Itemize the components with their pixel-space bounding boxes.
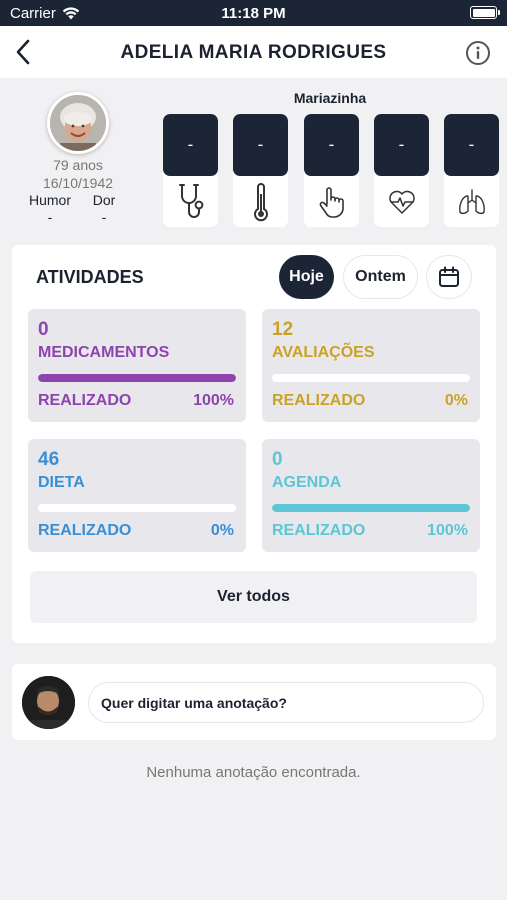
humor-column: Humor - bbox=[26, 192, 74, 226]
patient-birthdate: 16/10/1942 bbox=[42, 175, 114, 191]
status-bar: Carrier 11:18 PM bbox=[0, 0, 507, 26]
patient-avatar[interactable] bbox=[47, 92, 109, 154]
patient-name-title: ADELIA MARIA RODRIGUES bbox=[120, 42, 387, 63]
user-avatar bbox=[22, 676, 75, 729]
vital-value: - bbox=[304, 114, 359, 176]
activity-percent: 100% bbox=[427, 522, 468, 539]
activity-status: REALIZADO bbox=[272, 522, 366, 539]
humor-dor-row: Humor - Dor - bbox=[18, 192, 138, 226]
vital-value: - bbox=[163, 114, 218, 176]
info-button[interactable] bbox=[465, 40, 491, 66]
patient-age: 79 anos bbox=[53, 157, 103, 173]
see-all-button[interactable]: Ver todos bbox=[30, 571, 477, 623]
progress-fill bbox=[38, 374, 236, 382]
activity-progress-bar bbox=[38, 374, 236, 382]
info-icon bbox=[466, 41, 490, 65]
filter-yesterday-button[interactable]: Ontem bbox=[343, 255, 418, 299]
hand-pointer-icon bbox=[319, 186, 344, 218]
activity-count: 0 bbox=[272, 449, 283, 470]
stethoscope-icon bbox=[178, 183, 203, 218]
heart-pulse-icon bbox=[388, 190, 415, 214]
notes-panel: Quer digitar uma anotação? bbox=[12, 664, 496, 740]
vital-value: - bbox=[233, 114, 288, 176]
activity-progress-bar bbox=[272, 374, 470, 382]
activity-count: 12 bbox=[272, 319, 294, 340]
activity-label: AVALIAÇÕES bbox=[272, 344, 375, 361]
status-time: 11:18 PM bbox=[221, 5, 286, 22]
vital-pulse-touch[interactable]: - bbox=[304, 114, 359, 227]
activity-percent: 0% bbox=[444, 392, 468, 409]
humor-value: - bbox=[47, 209, 53, 225]
patient-nickname: Mariazinha bbox=[293, 90, 367, 106]
activity-status: REALIZADO bbox=[272, 392, 366, 409]
navigation-bar: ADELIA MARIA RODRIGUES bbox=[0, 26, 507, 78]
user-photo bbox=[22, 676, 75, 729]
activity-percent: 100% bbox=[193, 392, 234, 409]
activity-card-diet[interactable]: 46 DIETA REALIZADO 0% bbox=[28, 439, 246, 552]
back-button[interactable] bbox=[8, 36, 38, 68]
dor-value: - bbox=[101, 209, 107, 225]
activity-label: DIETA bbox=[38, 474, 85, 491]
vital-heart-rate[interactable]: - bbox=[374, 114, 429, 227]
vital-respiration[interactable]: - bbox=[444, 114, 499, 227]
vital-value: - bbox=[444, 114, 499, 176]
filter-today-button[interactable]: Hoje bbox=[279, 255, 334, 299]
note-input[interactable]: Quer digitar uma anotação? bbox=[88, 682, 484, 723]
activity-progress-bar bbox=[272, 504, 470, 512]
battery-icon bbox=[470, 6, 500, 19]
dor-column: Dor - bbox=[80, 192, 128, 226]
vital-temperature[interactable]: - bbox=[233, 114, 288, 227]
humor-label: Humor bbox=[28, 192, 71, 208]
activities-panel: ATIVIDADES Hoje Ontem 0 MEDICAMENTOS REA… bbox=[12, 245, 496, 643]
vital-value: - bbox=[374, 114, 429, 176]
activity-progress-bar bbox=[38, 504, 236, 512]
activity-card-evaluations[interactable]: 12 AVALIAÇÕES REALIZADO 0% bbox=[262, 309, 480, 422]
patient-profile: 79 anos 16/10/1942 Humor - Dor - bbox=[18, 90, 138, 226]
activity-status: REALIZADO bbox=[38, 392, 132, 409]
calendar-icon bbox=[439, 266, 459, 287]
calendar-button[interactable] bbox=[426, 255, 472, 299]
activity-label: MEDICAMENTOS bbox=[38, 344, 170, 361]
activity-count: 46 bbox=[38, 449, 60, 470]
lungs-icon bbox=[458, 188, 485, 214]
activity-card-medications[interactable]: 0 MEDICAMENTOS REALIZADO 100% bbox=[28, 309, 246, 422]
thermometer-icon bbox=[253, 182, 268, 221]
activity-label: AGENDA bbox=[272, 474, 342, 491]
patient-photo bbox=[50, 95, 106, 151]
activity-card-schedule[interactable]: 0 AGENDA REALIZADO 100% bbox=[262, 439, 480, 552]
activities-title: ATIVIDADES bbox=[36, 267, 144, 287]
activity-count: 0 bbox=[38, 319, 49, 340]
activity-status: REALIZADO bbox=[38, 522, 132, 539]
vital-stethoscope[interactable]: - bbox=[163, 114, 218, 227]
dor-label: Dor bbox=[92, 192, 116, 208]
progress-fill bbox=[272, 504, 470, 512]
activity-percent: 0% bbox=[210, 522, 234, 539]
chevron-left-icon bbox=[16, 39, 30, 65]
empty-notes-message: Nenhuma anotação encontrada. bbox=[146, 764, 361, 781]
